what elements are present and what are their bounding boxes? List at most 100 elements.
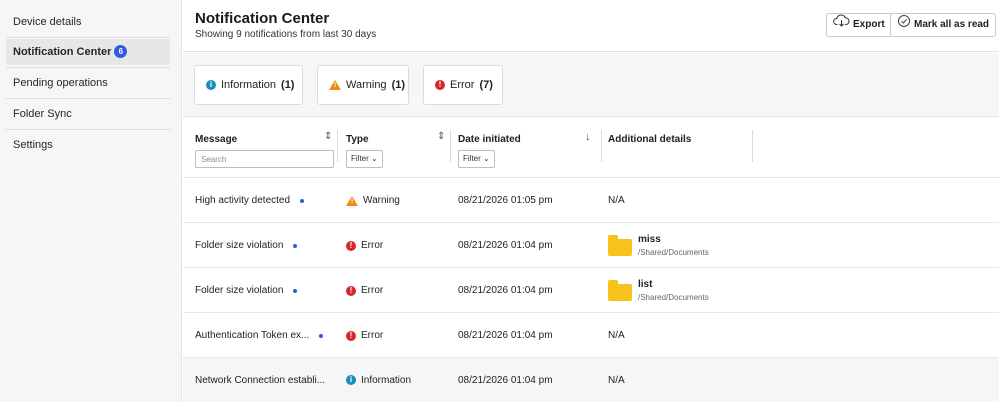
date-cell: 08/21/2026 01:05 pm [458,195,553,206]
folder-name[interactable]: list [638,279,709,290]
unread-indicator [293,243,298,248]
details-cell: N/A [608,195,625,206]
sidebar-divider [6,67,170,68]
table-row[interactable]: Folder size violation Error 08/21/2026 0… [183,223,999,268]
warning-icon [329,80,341,90]
filter-chip-warning[interactable]: Warning (1) [317,65,409,105]
folder-path: /Shared/Documents [638,248,709,257]
type-text: Error [361,240,384,251]
table-row[interactable]: Folder size violation Error 08/21/2026 0… [183,268,999,313]
message-cell: Folder size violation [195,268,298,313]
message-cell: Network Connection establi... [195,358,325,402]
column-divider [601,130,602,162]
filter-chip-count: (1) [391,79,406,91]
page-subtitle: Showing 9 notifications from last 30 day… [195,29,377,40]
folder-info: miss /Shared/Documents [638,234,709,257]
column-header-date-initiated[interactable]: Date initiated [458,134,521,145]
table-row[interactable]: Network Connection establi... Informatio… [183,358,999,402]
info-icon [206,79,216,91]
info-icon [346,374,356,386]
message-text: Network Connection establi... [195,374,326,386]
sidebar: Device details Notification Center 6 Pend… [0,0,182,402]
type-cell: Warning [346,178,400,223]
sort-descending-icon[interactable]: ↓ [585,131,591,143]
message-text: Folder size violation [195,240,284,251]
folder-info: list /Shared/Documents [638,279,709,302]
details-cell: N/A [608,374,625,386]
filter-chip-error[interactable]: Error (7) [423,65,503,105]
sort-icon[interactable]: ⇕ [324,131,332,142]
error-icon [346,240,356,252]
sidebar-item-device-details[interactable]: Device details [6,9,170,35]
message-text: Authentication Token ex... [195,330,310,341]
sidebar-divider [6,37,170,38]
chevron-down-icon: ⌄ [371,154,378,163]
type-text: Error [361,330,384,341]
sidebar-item-label: Device details [13,16,82,28]
mark-all-read-button[interactable]: Mark all as read [890,13,997,37]
message-cell: Authentication Token ex... [195,313,324,358]
filter-dropdown-label: Filter [463,154,481,163]
sidebar-item-label: Folder Sync [13,108,72,120]
folder-name[interactable]: miss [638,234,709,245]
warning-icon [346,195,358,206]
sidebar-item-folder-sync[interactable]: Folder Sync [6,101,170,127]
filter-chip-label: Error [450,79,475,91]
column-header-type[interactable]: Type [346,134,369,145]
main-panel: Notification Center Showing 9 notificati… [183,0,999,402]
check-circle-icon [897,14,911,37]
filter-chip-label: Information [221,79,277,91]
column-divider [337,130,338,162]
filter-chip-count: (1) [281,79,295,91]
type-cell: Error [346,223,383,268]
chevron-down-icon: ⌄ [483,154,490,163]
date-cell: 08/21/2026 01:04 pm [458,285,553,296]
table-row[interactable]: High activity detected Warning 08/21/202… [183,178,999,223]
export-label: Export [853,19,885,30]
message-text: High activity detected [195,195,291,206]
details-cell: list /Shared/Documents [608,268,709,313]
message-search-input[interactable] [195,150,334,168]
date-cell: 08/21/2026 01:04 pm [458,374,553,386]
filter-chip-information[interactable]: Information (1) [194,65,303,105]
type-filter-dropdown[interactable]: Filter ⌄ [346,150,383,168]
sidebar-item-pending-operations[interactable]: Pending operations [6,70,170,96]
table-row[interactable]: Authentication Token ex... Error 08/21/2… [183,313,999,358]
type-text: Information [361,374,412,386]
mark-all-read-label: Mark all as read [914,19,990,30]
message-text: Folder size violation [195,285,284,296]
notification-count-badge: 6 [114,45,128,58]
error-icon [435,79,445,91]
type-cell: Error [346,313,383,358]
error-icon [346,285,356,297]
filter-chip-count: (7) [479,79,493,91]
date-cell: 08/21/2026 01:04 pm [458,240,553,251]
folder-icon [608,234,632,256]
page-title: Notification Center [195,10,330,27]
folder-icon [608,279,632,301]
unread-indicator [319,333,324,338]
type-cell: Error [346,268,383,313]
column-header-message[interactable]: Message [195,134,237,145]
filter-dropdown-label: Filter [351,154,369,163]
export-button[interactable]: Export [826,13,892,37]
sidebar-item-label: Pending operations [13,77,108,89]
page-header: Notification Center Showing 9 notificati… [183,0,999,52]
column-divider [752,130,753,162]
details-cell: N/A [608,330,625,341]
sidebar-item-label: Settings [13,139,53,151]
type-text: Error [361,285,384,296]
details-cell: miss /Shared/Documents [608,223,709,268]
sort-icon[interactable]: ⇕ [437,131,445,142]
filter-chip-label: Warning [346,79,387,91]
sidebar-divider [6,98,170,99]
sidebar-item-label: Notification Center [13,46,112,58]
message-cell: Folder size violation [195,223,298,268]
column-divider [450,130,451,162]
column-header-additional-details: Additional details [608,134,692,145]
sidebar-item-notification-center[interactable]: Notification Center 6 [6,39,170,65]
type-filter-bar: Information (1) Warning (1) Error (7) [183,53,999,117]
message-cell: High activity detected [195,178,305,223]
date-filter-dropdown[interactable]: Filter ⌄ [458,150,495,168]
sidebar-item-settings[interactable]: Settings [6,132,170,158]
